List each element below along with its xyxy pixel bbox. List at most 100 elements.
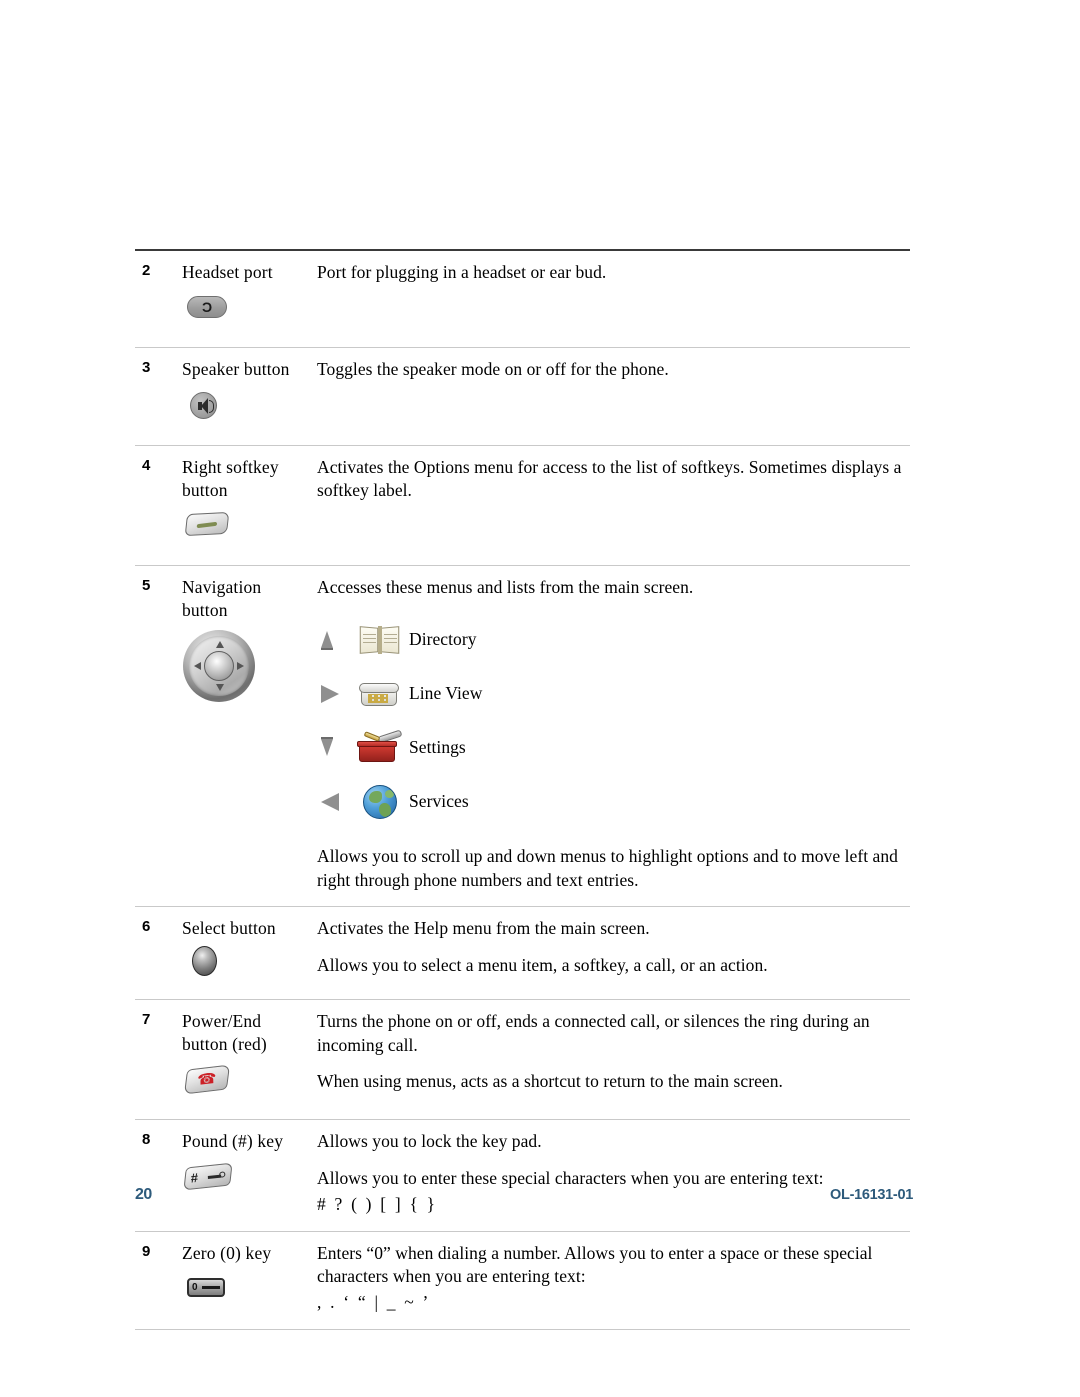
navigation-up-arrow-icon <box>216 640 224 648</box>
row-description-cell: Activates the Help menu from the main sc… <box>306 906 910 1000</box>
table-row: 3 Speaker button Toggles the speaker mod… <box>135 347 910 446</box>
down-arrow-icon <box>317 737 351 757</box>
line-view-phone-icon <box>351 678 409 710</box>
row-number: 7 <box>135 998 173 1120</box>
row-name-label: Zero (0) key <box>182 1242 272 1263</box>
description-paragraph: Accesses these menus and lists from the … <box>317 577 694 598</box>
headset-glyph: C <box>201 299 213 316</box>
row-name-label: Speaker button <box>182 359 290 380</box>
navigation-right-arrow-icon <box>237 661 244 670</box>
list-item: Directory <box>317 613 906 667</box>
row-name-cell: Select button <box>173 906 306 1000</box>
row-number: 6 <box>135 906 173 1000</box>
description-paragraph: Activates the Options menu for access to… <box>317 456 902 501</box>
row-icon-slot <box>182 629 298 716</box>
row-name-label: Pound (#) key <box>182 1131 284 1152</box>
navigation-menu-list: Directory Line View Settings Services <box>317 613 906 829</box>
row-name-cell: Speaker button <box>173 347 306 446</box>
lock-ring <box>219 1170 226 1178</box>
row-description-cell: Toggles the speaker mode on or off for t… <box>306 347 910 446</box>
table-row: 4 Right softkey button Activates the Opt… <box>135 444 910 566</box>
row-icon-slot: C <box>182 293 298 333</box>
row-name-label: Power/End button (red) <box>182 1010 267 1054</box>
spacer-cell <box>306 1329 910 1342</box>
spacer-cell <box>173 1329 306 1342</box>
special-characters: , . ‘ “ | _ ~ ’ <box>317 1292 431 1313</box>
phone-button-reference-table: 2 Headset port C Port for plugging in a … <box>135 249 910 1342</box>
row-name-cell: Zero (0) key 0 <box>173 1230 306 1330</box>
row-number: 4 <box>135 444 173 566</box>
navigation-button-icon <box>183 629 255 702</box>
services-globe-icon <box>351 784 409 819</box>
row-icon-slot: 0 <box>182 1274 298 1314</box>
menu-item-label: Line View <box>409 683 483 704</box>
description-paragraph: Enters “0” when dialing a number. Allows… <box>317 1242 873 1287</box>
softkey-dash <box>196 521 218 528</box>
zero-key-icon: 0 <box>187 1277 225 1297</box>
table-row: 2 Headset port C Port for plugging in a … <box>135 249 910 348</box>
document-id: OL-16131-01 <box>830 1187 913 1203</box>
table-row: 6 Select button Activates the Help menu … <box>135 906 910 1000</box>
table-row: 7 Power/End button (red) ☎ Turns the pho… <box>135 998 910 1120</box>
list-item: Line View <box>317 667 906 721</box>
description-paragraph: When using menus, acts as a shortcut to … <box>317 1071 783 1092</box>
menu-item-label: Services <box>409 791 469 812</box>
page-footer: 20 OL-16131-01 <box>0 1186 1080 1216</box>
row-icon-slot <box>182 945 298 985</box>
list-item: Services <box>317 775 906 829</box>
row-name-label: Navigation button <box>182 577 262 621</box>
select-button-icon <box>192 945 217 976</box>
right-arrow-icon <box>317 684 351 703</box>
row-icon-slot <box>182 391 298 431</box>
row-name-cell: Power/End button (red) ☎ <box>173 998 306 1120</box>
headset-port-icon: C <box>187 296 227 319</box>
navigation-left-arrow-icon <box>194 661 201 670</box>
right-softkey-icon <box>184 511 230 537</box>
document-page: 2 Headset port C Port for plugging in a … <box>0 0 1080 1397</box>
row-name-cell: Right softkey button <box>173 444 306 566</box>
row-name-label: Headset port <box>182 262 273 282</box>
table-row: 9 Zero (0) key 0 Enters “0” when dialing… <box>135 1230 910 1330</box>
row-number: 2 <box>135 249 173 348</box>
row-number: 5 <box>135 565 173 907</box>
description-paragraph: Allows you to select a menu item, a soft… <box>317 955 768 976</box>
left-arrow-icon <box>317 792 351 811</box>
row-description-cell: Turns the phone on or off, ends a connec… <box>306 998 910 1120</box>
row-description-cell: Enters “0” when dialing a number. Allows… <box>306 1230 910 1330</box>
description-paragraph: Activates the Help menu from the main sc… <box>317 918 650 939</box>
navigation-down-arrow-icon <box>216 683 224 691</box>
row-name-cell: Navigation button <box>173 565 306 907</box>
row-name-cell: Headset port C <box>173 249 306 348</box>
power-end-button-icon: ☎ <box>183 1064 231 1095</box>
up-arrow-icon <box>317 631 351 651</box>
row-name-label: Select button <box>182 918 276 939</box>
page-number: 20 <box>135 1186 152 1203</box>
row-icon-slot <box>182 511 298 551</box>
description-paragraph: Allows you to scroll up and down menus t… <box>317 845 898 890</box>
table-bottom-rule <box>135 1329 910 1342</box>
menu-item-label: Settings <box>409 737 466 758</box>
table-row: 5 Navigation button Accesses these menus… <box>135 565 910 907</box>
row-number: 9 <box>135 1230 173 1330</box>
settings-toolbox-icon <box>351 729 409 765</box>
speaker-button-icon <box>190 391 217 419</box>
speaker-cone <box>201 397 208 414</box>
row-description-cell: Accesses these menus and lists from the … <box>306 565 910 907</box>
description-paragraph: Allows you to lock the key pad. <box>317 1131 542 1152</box>
menu-item-label: Directory <box>409 629 477 650</box>
list-item: Settings <box>317 721 906 775</box>
row-description-cell: Port for plugging in a headset or ear bu… <box>306 249 910 348</box>
hash-glyph: # <box>190 1169 199 1186</box>
spacer-cell <box>135 1329 173 1342</box>
row-number: 3 <box>135 347 173 446</box>
speaker-wave <box>209 399 214 413</box>
row-icon-slot: ☎ <box>182 1064 298 1105</box>
red-handset-glyph: ☎ <box>197 1071 217 1090</box>
directory-book-icon <box>351 623 409 657</box>
description-paragraph: Toggles the speaker mode on or off for t… <box>317 359 669 380</box>
zero-bar <box>202 1285 220 1289</box>
description-paragraph: Port for plugging in a headset or ear bu… <box>317 262 607 282</box>
navigation-center-dome <box>204 650 234 681</box>
row-description-cell: Activates the Options menu for access to… <box>306 444 910 566</box>
description-paragraph: Turns the phone on or off, ends a connec… <box>317 1010 870 1055</box>
